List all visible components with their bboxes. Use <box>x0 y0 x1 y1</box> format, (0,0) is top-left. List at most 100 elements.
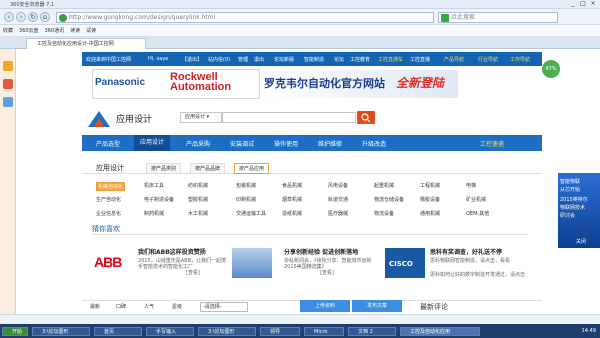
close-button[interactable]: × <box>588 0 598 8</box>
intel-side-ad[interactable]: 智能物联 从芯开始 2015英特尔 物联网技术 研讨会 关闭 <box>558 173 600 248</box>
upload-button[interactable]: 上传资料 <box>300 300 350 312</box>
refresh-icon[interactable]: ↻ <box>28 12 38 22</box>
category-item[interactable]: 电梯 <box>466 182 476 189</box>
express-link[interactable]: 工控直通车 <box>378 56 403 63</box>
chat-icon[interactable] <box>3 97 13 107</box>
fav-item[interactable]: 试读 <box>86 27 96 34</box>
back-icon[interactable]: ‹ <box>4 12 14 22</box>
site-search-input[interactable] <box>222 112 356 123</box>
star-icon[interactable] <box>3 61 13 71</box>
forum-new-link[interactable]: 论坛新版 <box>274 56 294 63</box>
category-item[interactable]: 风电设备 <box>328 182 348 189</box>
card-more-link[interactable]: [查看] <box>186 270 200 276</box>
category-item[interactable]: 物流仓储设备 <box>374 196 404 203</box>
side-ad-close[interactable]: 关闭 <box>576 239 586 245</box>
sort-reputation[interactable]: 口碑 <box>116 303 126 310</box>
taskbar-item[interactable]: 3:\论坛图形 <box>198 327 256 336</box>
logout-link[interactable]: 【退出】 <box>182 56 202 63</box>
category-item[interactable]: 医疗器械 <box>328 210 348 217</box>
fav-item[interactable]: 读读 <box>70 27 80 34</box>
nav-maintenance[interactable]: 维护维修 <box>318 139 342 148</box>
filter-select[interactable]: -请选择- <box>200 302 248 312</box>
education-link[interactable]: 工控教育 <box>350 56 370 63</box>
weibo-icon[interactable] <box>3 79 13 89</box>
sort-latest[interactable]: 最新 <box>90 303 100 310</box>
nav-application-design[interactable]: 应用设计 <box>134 135 171 151</box>
category-item[interactable]: 纺织机械 <box>188 182 208 189</box>
inbox-link[interactable]: 站内信(0) <box>208 56 230 63</box>
sort-popularity[interactable]: 人气 <box>144 303 154 310</box>
maximize-button[interactable]: □ <box>578 0 588 8</box>
taskbar-item[interactable]: 文档 2 <box>348 327 396 336</box>
product-nav-link[interactable]: 产品导航 <box>444 56 464 63</box>
fav-item[interactable]: 360云盘 <box>19 27 39 34</box>
fav-item[interactable]: 收藏 <box>3 27 13 34</box>
live-link[interactable]: 工控直播 <box>410 56 430 63</box>
work-nav-link[interactable]: 工作导航 <box>510 56 530 63</box>
forum-link[interactable]: 论坛 <box>334 56 344 63</box>
fav-item[interactable]: 360通讯 <box>45 27 65 34</box>
nav-upgrade[interactable]: 升级改造 <box>362 139 386 148</box>
category-item[interactable]: OEM-其他 <box>466 210 489 217</box>
category-item[interactable]: 电子制造设备 <box>144 196 174 203</box>
taskbar-item[interactable]: Micro <box>304 327 344 336</box>
category-item[interactable]: 交通运输工具 <box>236 210 266 217</box>
category-item[interactable]: 物流设备 <box>374 210 394 217</box>
industry-nav-link[interactable]: 行业导航 <box>478 56 498 63</box>
category-left-label[interactable]: 生产自动化 <box>96 196 121 203</box>
taskbar-item[interactable]: 手写输入 <box>146 327 194 336</box>
nav-operation[interactable]: 操作使用 <box>274 139 298 148</box>
manage-link[interactable]: 管理 <box>238 56 248 63</box>
category-item[interactable]: 塑胶机械 <box>188 196 208 203</box>
tab-by-application[interactable]: 按产品应用 <box>234 163 270 174</box>
nav-procurement[interactable]: 产品采购 <box>186 139 210 148</box>
category-item[interactable]: 工程机械 <box>420 182 440 189</box>
nav-product-selection[interactable]: 产品选型 <box>96 139 120 148</box>
sort-rating[interactable]: 星级 <box>172 303 182 310</box>
card-title[interactable]: 分享创新经验 促进创新落地 <box>284 247 358 256</box>
speed-gauge[interactable]: 47% <box>542 60 560 78</box>
card-image-2[interactable] <box>232 248 272 278</box>
taskbar-item[interactable]: 首页 <box>94 327 142 336</box>
home-icon[interactable]: ⌂ <box>40 12 50 22</box>
taskbar-item[interactable]: 领导 <box>260 327 300 336</box>
category-item[interactable]: 包装机械 <box>236 182 256 189</box>
category-item[interactable]: 橡胶设备 <box>420 196 440 203</box>
rockwell-ad[interactable]: 罗克韦尔自动化官方网站 全新登陆 <box>260 70 458 98</box>
taskbar-item-active[interactable]: 工控及自动化应用 <box>400 327 480 336</box>
category-item[interactable]: 机床工具 <box>144 182 164 189</box>
tab-active[interactable]: 工控及自动化应用设计-中国工控网 <box>26 38 146 49</box>
cisco-card-image[interactable]: CISCO <box>385 248 425 278</box>
category-item[interactable]: 矿业机械 <box>466 196 486 203</box>
category-item[interactable]: 木工机械 <box>188 210 208 217</box>
tab-by-brand[interactable]: 按产品品牌 <box>190 163 226 174</box>
category-left-label[interactable]: 企业信息化 <box>96 210 121 217</box>
taskbar-item[interactable]: 3:\论坛图形 <box>32 327 90 336</box>
browser-search-input[interactable]: 点此搜索 <box>438 12 558 23</box>
search-button[interactable] <box>357 111 375 124</box>
category-item[interactable]: 轨道交通 <box>328 196 348 203</box>
category-left-label[interactable]: 机械自动化 <box>96 182 126 191</box>
card-title[interactable]: 我们和ABB这样投资赞扬 <box>138 247 206 256</box>
category-item[interactable]: 造纸机械 <box>282 210 302 217</box>
nav-installation[interactable]: 安装调试 <box>230 139 254 148</box>
category-item[interactable]: 食品机械 <box>282 182 302 189</box>
category-item[interactable]: 通用机械 <box>420 210 440 217</box>
exit-link[interactable]: 退出 <box>254 56 264 63</box>
category-item[interactable]: 烟草机械 <box>282 196 302 203</box>
card-more-link[interactable]: [查看] <box>320 270 334 276</box>
address-bar[interactable]: http://www.gongkong.com/design/querylink… <box>56 12 434 23</box>
minimize-button[interactable]: _ <box>568 0 578 8</box>
search-category-select[interactable]: 应用设计 ▾ <box>180 112 222 123</box>
tab-by-category[interactable]: 按产品类别 <box>146 163 182 174</box>
forward-icon[interactable]: › <box>16 12 26 22</box>
publish-button[interactable]: 发布文章 <box>352 300 402 312</box>
start-button[interactable]: 开始 <box>2 327 28 336</box>
category-item[interactable]: 印刷机械 <box>236 196 256 203</box>
category-item[interactable]: 制药机械 <box>144 210 164 217</box>
smart-manufacturing-link[interactable]: 智能制造 <box>304 56 324 63</box>
nav-express[interactable]: 工控速递 <box>480 139 504 148</box>
card-title[interactable]: 思科有奖调查，好礼送不停 <box>430 247 502 256</box>
site-logo-icon[interactable] <box>86 109 112 129</box>
category-item[interactable]: 起重机械 <box>374 182 394 189</box>
